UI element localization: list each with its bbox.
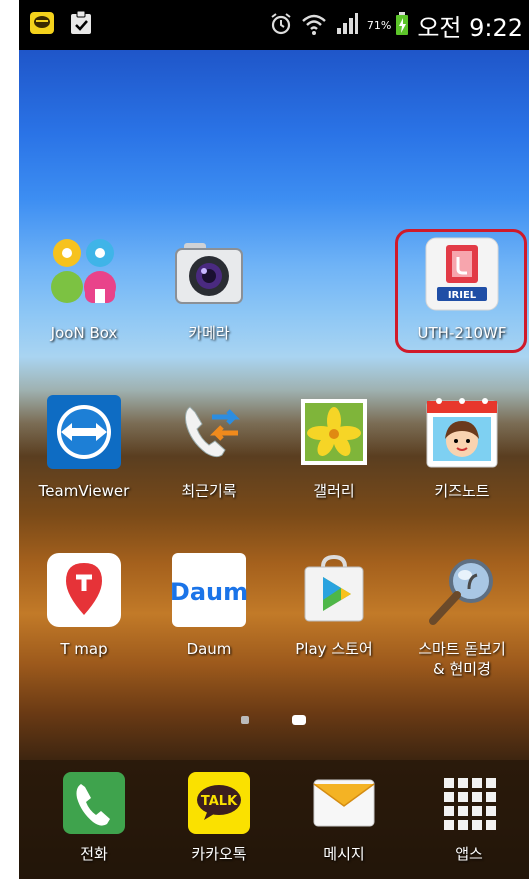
clock-time: 오전 9:22 [417,14,523,42]
app-label: 스마트 돋보기 & 현미경 [418,639,506,679]
app-label: 카메라 [188,324,230,342]
app-label-line1: 스마트 돋보기 [418,640,506,658]
status-bar: 71% 오전 9:22 [19,0,529,50]
page-indicator [19,714,529,728]
app-label: 앱스 [455,845,483,863]
svg-text:TALK: TALK [201,794,238,809]
phone-screen: 71% 오전 9:22 JooN Box 카메라 IRIEL UTH-210WF… [19,0,529,879]
apps-grid-icon [436,770,502,836]
app-label: TeamViewer [38,482,130,500]
app-label: T map [60,640,108,658]
app-label: Daum [186,640,232,658]
daum-icon: Daum [170,551,248,629]
app-label: 카카오톡 [191,845,247,863]
wifi-icon [301,12,327,40]
teamviewer-icon [45,393,123,471]
page-dot[interactable] [241,716,249,724]
app-tmap[interactable]: T map [29,551,139,659]
app-gallery[interactable]: 갤러리 [279,393,389,501]
battery-charging-icon [395,11,409,40]
app-label: Play 스토어 [295,640,373,658]
app-call-log[interactable]: 최근기록 [154,393,264,501]
app-teamviewer[interactable]: TeamViewer [29,393,139,501]
app-label: 최근기록 [181,482,237,500]
kidsnote-icon [423,393,501,471]
dock-kakaotalk[interactable]: TALK 카카오톡 [164,770,274,864]
kakaotalk-icon: TALK [186,770,252,836]
phone-icon [61,770,127,836]
signal-icon [335,12,359,40]
svg-text:Daum: Daum [170,578,248,606]
highlight-box [395,229,527,353]
dock-apps[interactable]: 앱스 [414,770,524,864]
app-label-line2: & 현미경 [433,660,491,678]
page-dot-active[interactable] [292,715,306,725]
app-label: 갤러리 [313,482,355,500]
gallery-icon [295,393,373,471]
app-joon-box[interactable]: JooN Box [29,235,139,343]
app-play-store[interactable]: Play 스토어 [279,551,389,659]
app-label: 전화 [80,845,108,863]
battery-percent: 71% [366,19,392,32]
tmap-icon [45,551,123,629]
play-store-icon [295,551,373,629]
dock-message[interactable]: 메시지 [289,770,399,864]
chat-notification-icon [29,11,55,39]
call-log-icon [170,393,248,471]
app-daum[interactable]: Daum Daum [154,551,264,659]
app-label: 메시지 [323,845,365,863]
alarm-icon [269,12,293,40]
magnifier-icon [423,551,501,629]
app-camera[interactable]: 카메라 [154,235,264,343]
joon-box-icon [45,235,123,313]
app-kidsnote[interactable]: 키즈노트 [407,393,517,501]
camera-icon [170,235,248,313]
dock-phone[interactable]: 전화 [39,770,149,864]
message-icon [311,770,377,836]
app-label: JooN Box [50,324,118,342]
app-label: 키즈노트 [434,482,490,500]
clipboard-notification-icon [69,10,93,40]
app-smart-magnifier[interactable]: 스마트 돋보기 & 현미경 [407,551,517,679]
